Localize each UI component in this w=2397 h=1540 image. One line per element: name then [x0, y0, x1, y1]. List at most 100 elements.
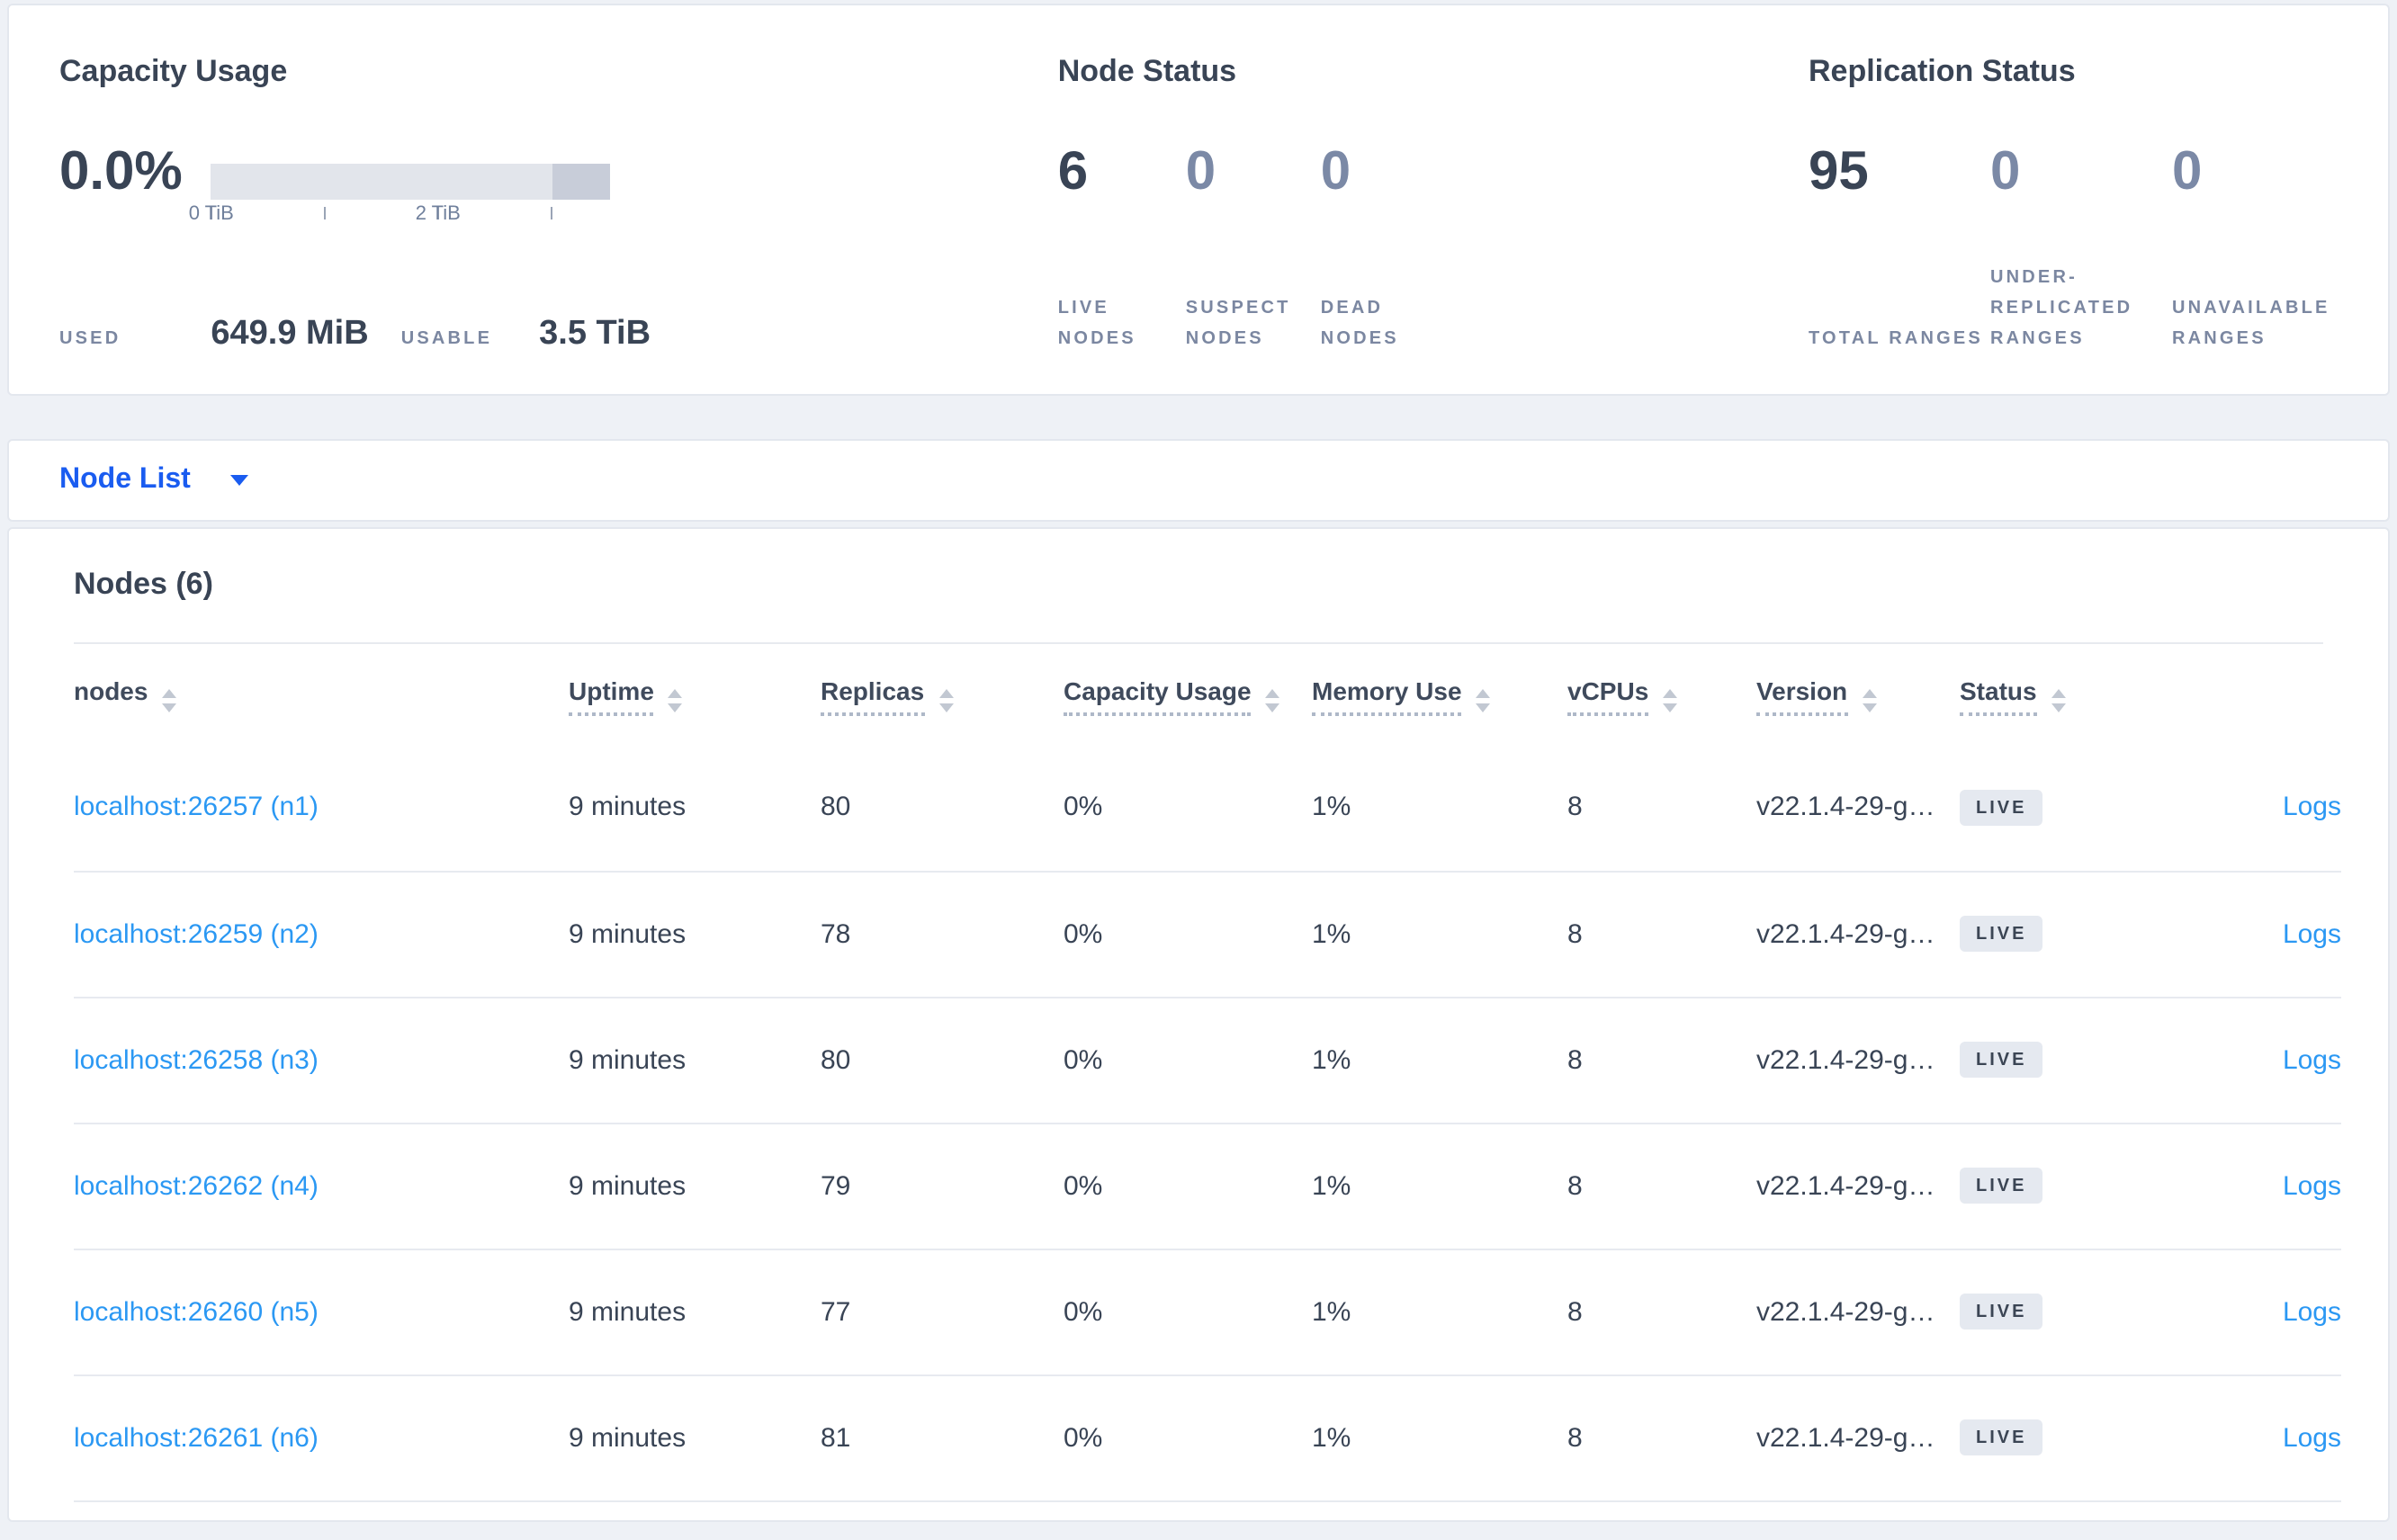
node-status-title: Node Status — [1057, 54, 1237, 88]
column-header-version[interactable]: Version — [1756, 644, 1960, 745]
capacity-bar-track — [211, 164, 611, 200]
capacity-axis — [211, 207, 611, 219]
cell-vcpus: 8 — [1567, 1044, 1583, 1075]
node-link[interactable]: localhost:26259 (n2) — [74, 918, 319, 949]
cell-uptime: 9 minutes — [569, 918, 687, 949]
metric-label: UNDER-REPLICATED RANGES — [1990, 268, 2133, 349]
cell-version: v22.1.4-29-g… — [1756, 792, 1935, 823]
table-row: localhost:26257 (n1) 9 minutes 80 0% 1% 8 v22.… — [74, 745, 2341, 871]
node-link[interactable]: localhost:26261 (n6) — [74, 1422, 319, 1453]
tick-mark — [551, 207, 553, 219]
column-header-address[interactable]: nodes — [74, 644, 569, 745]
capacity-bar-segment — [552, 164, 611, 200]
sort-icon — [1265, 689, 1280, 712]
table-header-row: nodes Uptime Replicas Capacity Usage Memory … — [74, 644, 2341, 745]
status-badge: LIVE — [1960, 1168, 2043, 1204]
node-link[interactable]: localhost:26262 (n4) — [74, 1170, 319, 1201]
cell-capacity: 0% — [1064, 1422, 1103, 1453]
node-link[interactable]: localhost:26260 (n5) — [74, 1296, 319, 1327]
view-selector-card: Node List — [7, 439, 2390, 522]
sort-icon — [1663, 689, 1678, 712]
cell-capacity: 0% — [1064, 1296, 1103, 1327]
logs-link[interactable]: Logs — [2283, 1296, 2341, 1327]
metric-label: TOTAL RANGES — [1809, 329, 1983, 349]
cell-memory: 1% — [1312, 1296, 1351, 1327]
metric-label: LIVE NODES — [1057, 299, 1136, 349]
replication-status-metrics: 95 TOTAL RANGES 0 UNDER-REPLICATED RANGES 0 U… — [1809, 142, 2388, 354]
summary-metric: 95 TOTAL RANGES — [1809, 142, 1990, 354]
column-header-uptime[interactable]: Uptime — [569, 644, 821, 745]
sort-icon — [1476, 689, 1491, 712]
tick-label-0: 0 TiB — [188, 203, 234, 225]
metric-label: SUSPECT NODES — [1185, 299, 1291, 349]
sort-icon — [938, 689, 954, 712]
nodes-table: nodes Uptime Replicas Capacity Usage Memory … — [74, 644, 2341, 1501]
column-header-replicas[interactable]: Replicas — [821, 644, 1064, 745]
table-row: localhost:26259 (n2) 9 minutes 78 0% 1% 8 v22.… — [74, 871, 2341, 997]
usable-value: 3.5 TiB — [539, 315, 651, 353]
capacity-usage-section: Capacity Usage 0.0% 0 TiB 2 TiB USED 649… — [9, 52, 1058, 354]
cell-version: v22.1.4-29-g… — [1756, 918, 1935, 949]
sort-icon — [162, 689, 177, 712]
sort-icon — [1862, 689, 1877, 712]
metric-value: 0 — [1320, 142, 1351, 201]
column-header-label: Capacity Usage — [1064, 676, 1252, 716]
table-row: localhost:26262 (n4) 9 minutes 79 0% 1% 8 v22.… — [74, 1123, 2341, 1249]
capacity-bar-chart: 0 TiB 2 TiB — [189, 142, 611, 225]
cell-memory: 1% — [1312, 1170, 1351, 1201]
metric-value: 0 — [1185, 142, 1216, 201]
cell-uptime: 9 minutes — [569, 1170, 687, 1201]
cell-replicas: 81 — [821, 1422, 851, 1453]
node-list-dropdown-label: Node List — [59, 464, 191, 495]
column-header-status[interactable]: Status — [1960, 644, 2170, 745]
cell-memory: 1% — [1312, 1044, 1351, 1075]
cell-replicas: 77 — [821, 1296, 851, 1327]
cell-memory: 1% — [1312, 1422, 1351, 1453]
table-row: localhost:26258 (n3) 9 minutes 80 0% 1% 8 v22.… — [74, 997, 2341, 1123]
cell-capacity: 0% — [1064, 918, 1103, 949]
cell-uptime: 9 minutes — [569, 1044, 687, 1075]
node-status-section: Node Status 6 LIVE NODES 0 SUSPECT NODES 0 DE… — [1058, 52, 1809, 354]
cell-uptime: 9 minutes — [569, 792, 687, 823]
cell-version: v22.1.4-29-g… — [1756, 1422, 1935, 1453]
cell-replicas: 79 — [821, 1170, 851, 1201]
summary-metric: 0 UNAVAILABLE RANGES — [2172, 142, 2388, 354]
column-header-label: vCPUs — [1567, 676, 1649, 716]
cell-vcpus: 8 — [1567, 1170, 1583, 1201]
node-link[interactable]: localhost:26257 (n1) — [74, 792, 319, 823]
column-header-label: Replicas — [821, 676, 925, 716]
tick-label-2: 2 TiB — [415, 203, 461, 225]
column-header-capacity[interactable]: Capacity Usage — [1064, 644, 1312, 745]
logs-link[interactable]: Logs — [2283, 918, 2341, 949]
node-list-dropdown[interactable]: Node List — [59, 464, 248, 497]
cell-vcpus: 8 — [1567, 792, 1583, 823]
cell-replicas: 80 — [821, 792, 851, 823]
metric-value: 95 — [1809, 142, 1869, 201]
tick-mark — [324, 207, 327, 219]
logs-link[interactable]: Logs — [2283, 1044, 2341, 1075]
logs-link[interactable]: Logs — [2283, 792, 2341, 823]
cell-capacity: 0% — [1064, 1170, 1103, 1201]
replication-status-title: Replication Status — [1809, 54, 2076, 88]
status-badge: LIVE — [1960, 1419, 2043, 1455]
cell-replicas: 78 — [821, 918, 851, 949]
status-badge: LIVE — [1960, 789, 2043, 826]
metric-value: 6 — [1057, 142, 1089, 201]
usable-label: USABLE — [400, 329, 493, 349]
nodes-table-title: Nodes (6) — [74, 567, 213, 601]
summary-metric: 0 DEAD NODES — [1321, 142, 1456, 354]
status-badge: LIVE — [1960, 916, 2043, 952]
used-value: 649.9 MiB — [211, 315, 369, 353]
metric-value: 0 — [2172, 142, 2203, 201]
node-link[interactable]: localhost:26258 (n3) — [74, 1044, 319, 1075]
logs-link[interactable]: Logs — [2283, 1422, 2341, 1453]
column-header-memory[interactable]: Memory Use — [1312, 644, 1567, 745]
column-header-logs — [2170, 644, 2341, 745]
column-header-vcpus[interactable]: vCPUs — [1567, 644, 1756, 745]
cell-version: v22.1.4-29-g… — [1756, 1296, 1935, 1327]
summary-metric: 6 LIVE NODES — [1058, 142, 1186, 354]
table-row: localhost:26261 (n6) 9 minutes 81 0% 1% 8 v22.… — [74, 1374, 2341, 1500]
capacity-usage-body: 0.0% 0 TiB 2 TiB — [59, 142, 1058, 225]
logs-link[interactable]: Logs — [2283, 1170, 2341, 1201]
column-header-label: Memory Use — [1312, 676, 1462, 716]
